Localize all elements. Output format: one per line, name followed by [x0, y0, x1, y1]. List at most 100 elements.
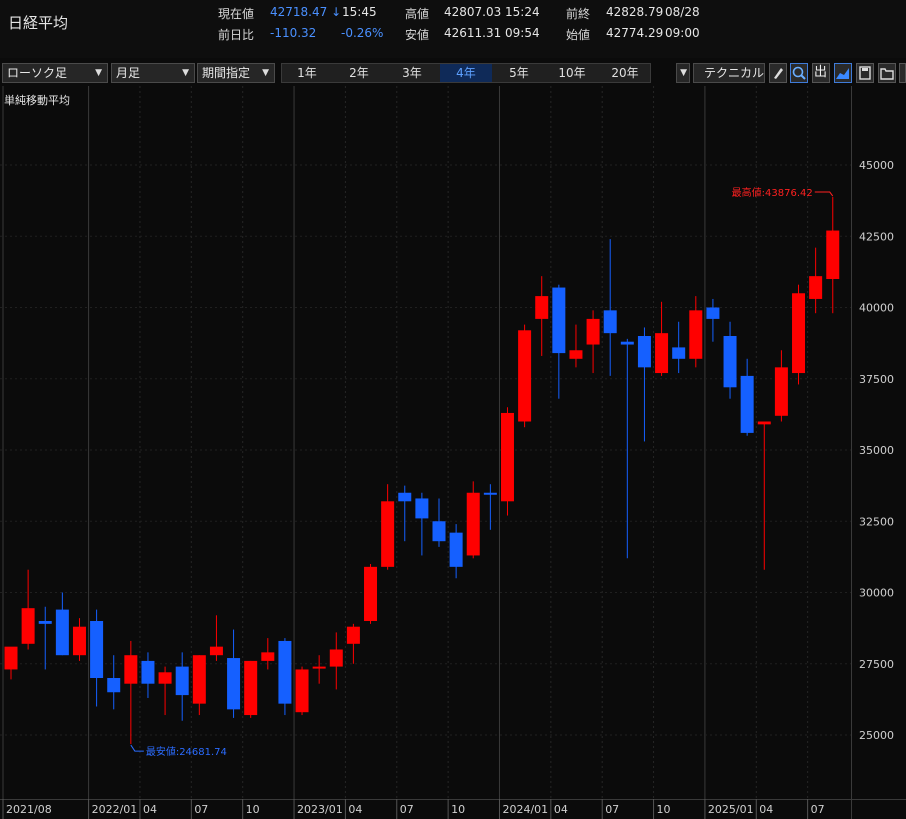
- low-time: 09:54: [505, 26, 540, 40]
- save-button[interactable]: [856, 63, 874, 83]
- y-tick-label: 32500: [859, 515, 894, 528]
- candle-body: [466, 492, 480, 556]
- candle-body: [792, 293, 806, 374]
- candle-body: [689, 310, 703, 359]
- candle-body: [620, 341, 634, 345]
- candle-body: [655, 333, 669, 374]
- candle-body: [518, 330, 532, 422]
- dropdown-arrow-icon: ▼: [680, 68, 687, 78]
- candle-body: [107, 678, 121, 693]
- chart-type-select[interactable]: ローソク足 ▼: [2, 63, 108, 83]
- candle-body: [586, 318, 600, 345]
- more-button[interactable]: [899, 63, 906, 83]
- x-tick-label: 07: [194, 803, 208, 816]
- candle-body: [552, 287, 566, 354]
- zoom-icon: [792, 66, 806, 80]
- y-tick-label: 40000: [859, 302, 894, 315]
- candle-body: [278, 640, 292, 704]
- x-tick-label: 04: [759, 803, 773, 816]
- folder-icon: [880, 68, 894, 80]
- dropdown-arrow-icon: ▼: [182, 68, 189, 78]
- change-label: 前日比: [218, 28, 255, 42]
- candle-body: [381, 501, 395, 567]
- candle-body: [261, 652, 275, 661]
- candle-body: [4, 646, 18, 670]
- x-tick-label: 2023/01: [297, 803, 343, 816]
- x-tick-label: 10: [657, 803, 671, 816]
- range-button-3y[interactable]: 3年: [386, 64, 438, 82]
- output-button[interactable]: 出: [812, 63, 830, 83]
- x-tick-label: 2025/01: [708, 803, 754, 816]
- high-value: 42807.03: [444, 5, 502, 19]
- candle-body: [346, 626, 360, 644]
- chart-type-value: ローソク足: [7, 66, 68, 80]
- candle-body: [449, 532, 463, 567]
- candle-body: [364, 566, 378, 621]
- output-label-icon: 出: [814, 65, 828, 80]
- candle-body: [141, 660, 155, 684]
- range-button-1y[interactable]: 1年: [282, 64, 332, 82]
- index-title: 日経平均: [8, 14, 69, 32]
- candle-body: [398, 492, 412, 502]
- x-tick-label: 2024/01: [502, 803, 548, 816]
- candle-body: [312, 666, 326, 669]
- y-tick-label: 25000: [859, 729, 894, 742]
- candle-body: [603, 310, 617, 334]
- technical-button[interactable]: テクニカル: [693, 63, 765, 83]
- open-value: 42774.29: [606, 26, 664, 40]
- zoom-button[interactable]: [790, 63, 808, 83]
- candle-body: [757, 421, 771, 425]
- indicator-label: 単純移動平均: [4, 94, 70, 107]
- technical-dropdown[interactable]: ▼: [676, 63, 690, 83]
- candle-body: [774, 367, 788, 416]
- range-button-20y[interactable]: 20年: [600, 64, 650, 82]
- x-tick-label: 10: [451, 803, 465, 816]
- candle-body: [72, 626, 86, 656]
- low-annotation-label: 最安値:24681.74: [146, 745, 227, 758]
- candle-body: [637, 336, 651, 368]
- x-tick-label: 2022/01: [92, 803, 138, 816]
- range-button-4y[interactable]: 4年: [440, 64, 492, 82]
- change-value: -110.32: [270, 26, 317, 40]
- folder-button[interactable]: [878, 63, 896, 83]
- candle-body: [329, 649, 343, 667]
- range-button-2y[interactable]: 2年: [334, 64, 384, 82]
- candle-body: [209, 646, 223, 656]
- x-tick-label: 07: [400, 803, 414, 816]
- candle-body: [432, 521, 446, 542]
- candle-body: [483, 492, 497, 495]
- x-tick-label: 2021/08: [6, 803, 52, 816]
- candle-body: [55, 609, 69, 656]
- save-icon: [859, 66, 871, 80]
- interval-select[interactable]: 月足 ▼: [111, 63, 195, 83]
- dropdown-arrow-icon: ▼: [95, 68, 102, 78]
- pencil-icon: [774, 68, 783, 79]
- period-select[interactable]: 期間指定 ▼: [197, 63, 275, 83]
- x-tick-label: 04: [554, 803, 568, 816]
- dropdown-arrow-icon: ▼: [262, 68, 269, 78]
- y-tick-label: 42500: [859, 230, 894, 243]
- current-time: 15:45: [342, 5, 377, 19]
- candle-body: [500, 412, 514, 502]
- candle-body: [535, 296, 549, 319]
- current-value: 42718.47 ↓: [270, 5, 342, 19]
- candle-body: [740, 375, 754, 433]
- change-percent: -0.26%: [341, 26, 384, 40]
- candle-body: [227, 658, 241, 710]
- range-button-5y[interactable]: 5年: [494, 64, 544, 82]
- candle-body: [38, 621, 52, 624]
- range-selector: 1年 2年 3年 4年 5年 10年 20年: [281, 63, 651, 83]
- area-chart-icon: [836, 68, 849, 79]
- period-value: 期間指定: [202, 66, 251, 80]
- candle-body: [175, 666, 189, 696]
- chart-style-button[interactable]: [834, 63, 852, 83]
- range-button-10y[interactable]: 10年: [546, 64, 598, 82]
- candle-body: [90, 621, 104, 678]
- pencil-button[interactable]: [769, 63, 787, 83]
- x-tick-label: 04: [348, 803, 362, 816]
- candle-body: [706, 307, 720, 319]
- x-tick-label: 07: [811, 803, 825, 816]
- high-label: 高値: [405, 7, 430, 21]
- candlestick-chart: 2021/08 2022/01 04 07 10 2023/01 04 07 10 2024/01…: [0, 86, 906, 819]
- candle-body: [192, 655, 206, 704]
